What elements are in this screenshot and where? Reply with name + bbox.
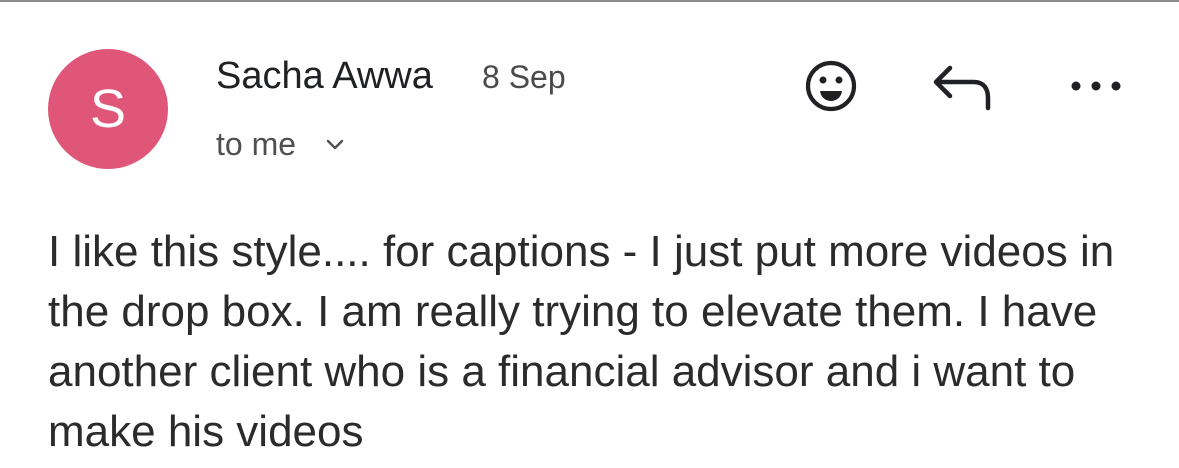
more-horizontal-icon[interactable]: [1068, 76, 1124, 96]
chevron-down-icon: [326, 139, 344, 149]
recipient-details-toggle[interactable]: to me: [216, 126, 346, 163]
email-message-view: S Sacha Awwa 8 Sep to me I like this sty…: [0, 0, 1179, 468]
sender-avatar[interactable]: S: [48, 49, 168, 169]
message-date: 8 Sep: [482, 59, 566, 95]
avatar-initial: S: [89, 79, 127, 139]
reply-arrow-icon[interactable]: [932, 62, 994, 112]
sender-name[interactable]: Sacha Awwa: [216, 55, 433, 98]
message-body: I like this style.... for captions - I j…: [48, 227, 1115, 456]
smiley-emoji-icon[interactable]: [803, 58, 859, 114]
recipient-label: to me: [216, 126, 297, 162]
top-divider: [0, 0, 1179, 2]
